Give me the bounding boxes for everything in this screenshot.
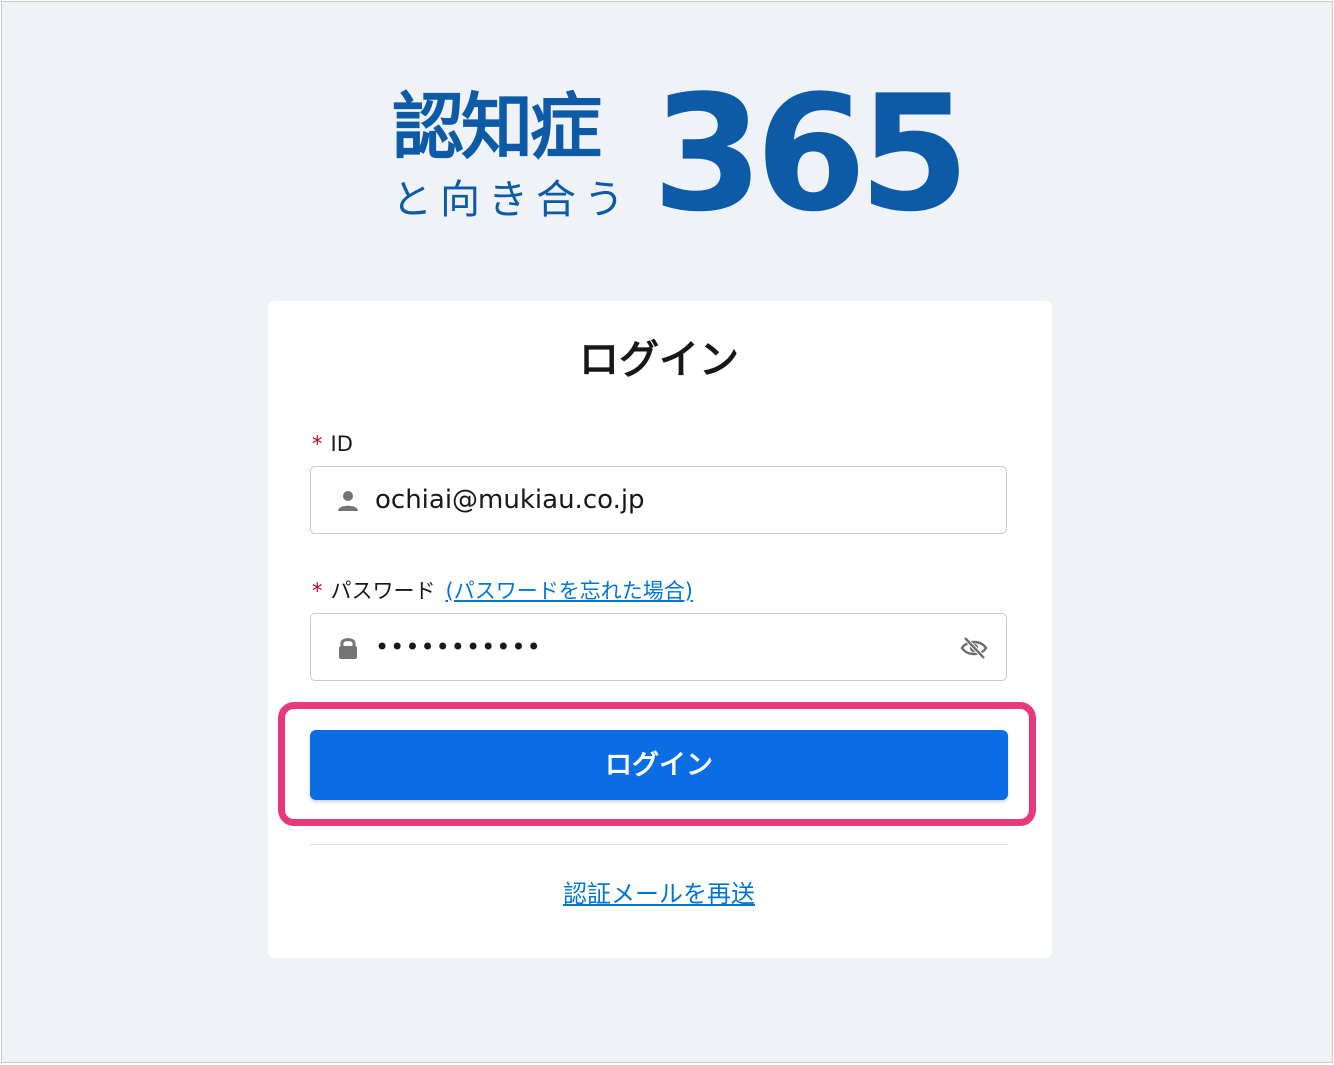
id-label: ID	[330, 432, 353, 456]
logo-number: 365	[652, 60, 970, 247]
logo-main-text: 認知症	[392, 85, 602, 169]
eye-slash-icon[interactable]	[959, 636, 989, 660]
password-input[interactable]	[375, 614, 935, 680]
required-marker: *	[312, 432, 323, 456]
password-field[interactable]	[310, 613, 1007, 681]
required-marker: *	[312, 579, 323, 603]
forgot-password-link[interactable]: (パスワードを忘れた場合)	[446, 579, 693, 603]
id-input[interactable]	[375, 467, 935, 533]
divider	[310, 844, 1008, 845]
page-title: ログイン	[579, 337, 739, 383]
password-label: パスワード	[330, 579, 436, 603]
lock-icon	[339, 638, 357, 659]
logo-sub-text: と向き合う	[392, 177, 632, 223]
id-field[interactable]	[310, 466, 1007, 534]
login-button[interactable]: ログイン	[310, 730, 1008, 800]
resend-verification-link[interactable]: 認証メールを再送	[0, 877, 1318, 911]
password-label-row: * パスワード (パスワードを忘れた場合)	[312, 577, 693, 605]
app-logo: 認知症 と向き合う 365	[390, 74, 970, 234]
user-icon	[338, 491, 358, 511]
id-label-row: * ID	[312, 430, 353, 458]
